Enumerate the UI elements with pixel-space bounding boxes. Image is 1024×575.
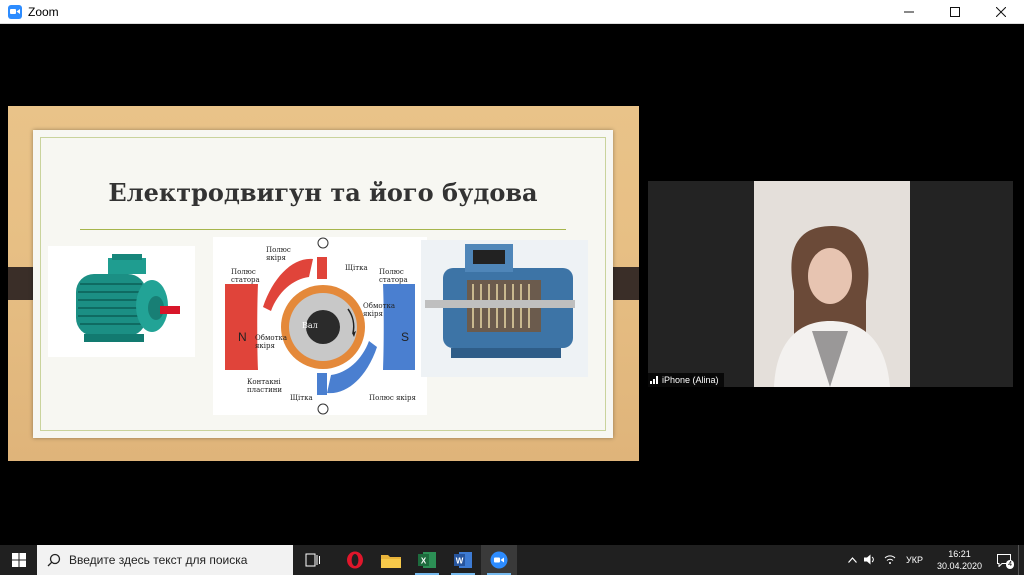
label-winding-right: Обмотка якіря — [363, 302, 396, 318]
label-winding-left: Обмотка якіря — [255, 334, 288, 350]
svg-text:X: X — [421, 557, 427, 566]
shared-screen-slide: Електродвигун та його будова Вал N S Пол… — [8, 106, 639, 461]
language-indicator[interactable]: УКР — [906, 555, 923, 565]
motor-cutaway-photo — [421, 240, 588, 377]
label-brush-bottom: Щітка — [290, 394, 313, 402]
taskbar-excel[interactable]: X — [409, 545, 445, 575]
task-view-button[interactable] — [295, 545, 331, 575]
slide-title: Електродвигун та його будова — [108, 178, 538, 207]
network-button[interactable] — [880, 554, 900, 567]
participant-name-label: iPhone (Alina) — [648, 373, 724, 387]
window-title: Zoom — [28, 4, 59, 19]
windows-start-icon — [11, 553, 26, 567]
taskbar-word[interactable]: W — [445, 545, 481, 575]
clock[interactable]: 16:21 30.04.2020 — [937, 548, 982, 572]
taskbar-opera[interactable] — [337, 545, 373, 575]
taskbar-file-explorer[interactable] — [373, 545, 409, 575]
maximize-icon — [950, 6, 960, 17]
label-contact-plates: Контакні пластини — [247, 378, 283, 394]
windows-start-button[interactable] — [0, 545, 37, 575]
label-south: S — [401, 330, 410, 344]
opera-icon — [347, 551, 363, 569]
windows-taskbar: Введите здесь текст для поиска X W УКР 1… — [0, 545, 1024, 575]
clock-date: 30.04.2020 — [936, 561, 982, 571]
search-icon — [47, 553, 61, 567]
close-button[interactable] — [978, 0, 1024, 23]
maximize-button[interactable] — [932, 0, 978, 23]
notification-center-button[interactable]: 4 — [990, 545, 1018, 575]
participant-video-feed — [754, 181, 910, 387]
meeting-area: Електродвигун та його будова Вал N S Пол… — [0, 24, 1024, 545]
signal-strength-icon — [650, 376, 658, 384]
label-pole-stator-right: Полюс статора — [379, 268, 408, 284]
show-desktop-button[interactable] — [1018, 545, 1024, 575]
label-north: N — [238, 330, 247, 344]
system-tray: УКР 16:21 30.04.2020 4 — [846, 545, 1024, 575]
label-shaft: Вал — [302, 321, 318, 330]
title-underline — [80, 229, 566, 230]
close-icon — [996, 6, 1006, 17]
label-pole-stator-left: Полюс статора — [231, 268, 260, 284]
clock-time: 16:21 — [948, 549, 971, 559]
label-brush-top: Щітка — [345, 264, 368, 272]
participant-name: iPhone (Alina) — [662, 375, 719, 385]
label-pole-anchor-top: Полюс якіря — [266, 246, 291, 262]
show-hidden-icons[interactable] — [846, 555, 860, 565]
window-titlebar: Zoom — [0, 0, 1024, 24]
notification-count: 4 — [1006, 560, 1014, 569]
file-explorer-icon — [381, 555, 401, 568]
zoom-app-icon — [8, 4, 22, 19]
motor-diagram: Вал N S Полюс якіря Полюс статора Щітка … — [213, 237, 427, 415]
electric-motor-photo — [48, 246, 195, 357]
wifi-icon — [884, 554, 896, 564]
minimize-icon — [904, 11, 914, 12]
excel-icon: X — [418, 552, 436, 568]
word-icon: W — [454, 552, 472, 568]
minimize-button[interactable] — [886, 0, 932, 23]
svg-text:W: W — [456, 557, 464, 566]
search-placeholder: Введите здесь текст для поиска — [69, 553, 248, 567]
taskbar-search-box[interactable]: Введите здесь текст для поиска — [37, 545, 293, 575]
volume-button[interactable] — [860, 554, 880, 567]
chevron-up-icon — [848, 557, 858, 563]
task-view-icon — [305, 553, 320, 567]
taskbar-zoom[interactable] — [481, 545, 517, 575]
zoom-icon — [490, 551, 508, 569]
label-pole-anchor-bottom: Полюс якіря — [369, 394, 416, 402]
participant-video-tile[interactable]: iPhone (Alina) — [648, 181, 1013, 387]
volume-icon — [863, 554, 874, 564]
